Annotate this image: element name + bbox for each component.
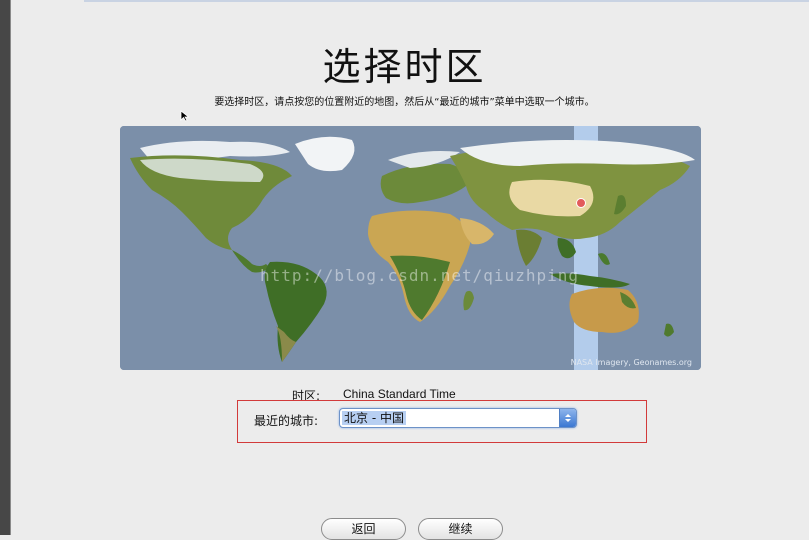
dropdown-arrows-icon[interactable] xyxy=(559,409,576,427)
world-timezone-map[interactable]: http://blog.csdn.net/qiuzhping NASA Imag… xyxy=(120,126,701,370)
continue-button[interactable]: 继续 xyxy=(418,518,503,540)
closest-city-selected-value: 北京 - 中国 xyxy=(342,411,406,425)
top-strip xyxy=(84,0,809,2)
closest-city-label: 最近的城市: xyxy=(254,414,319,428)
world-map-graphic xyxy=(120,126,701,370)
watermark-text: http://blog.csdn.net/qiuzhping xyxy=(260,266,579,285)
mouse-pointer-icon xyxy=(180,110,190,122)
map-credit: NASA Imagery, Geonames.org xyxy=(570,358,692,367)
page-title: 选择时区 xyxy=(322,45,487,89)
selected-city-marker xyxy=(576,198,586,208)
back-button[interactable]: 返回 xyxy=(321,518,406,540)
page-instructions: 要选择时区，请点按您的位置附近的地图，然后从“最近的城市”菜单中选取一个城市。 xyxy=(214,97,595,108)
timezone-value: China Standard Time xyxy=(343,387,456,401)
closest-city-dropdown[interactable]: 北京 - 中国 xyxy=(339,408,577,428)
